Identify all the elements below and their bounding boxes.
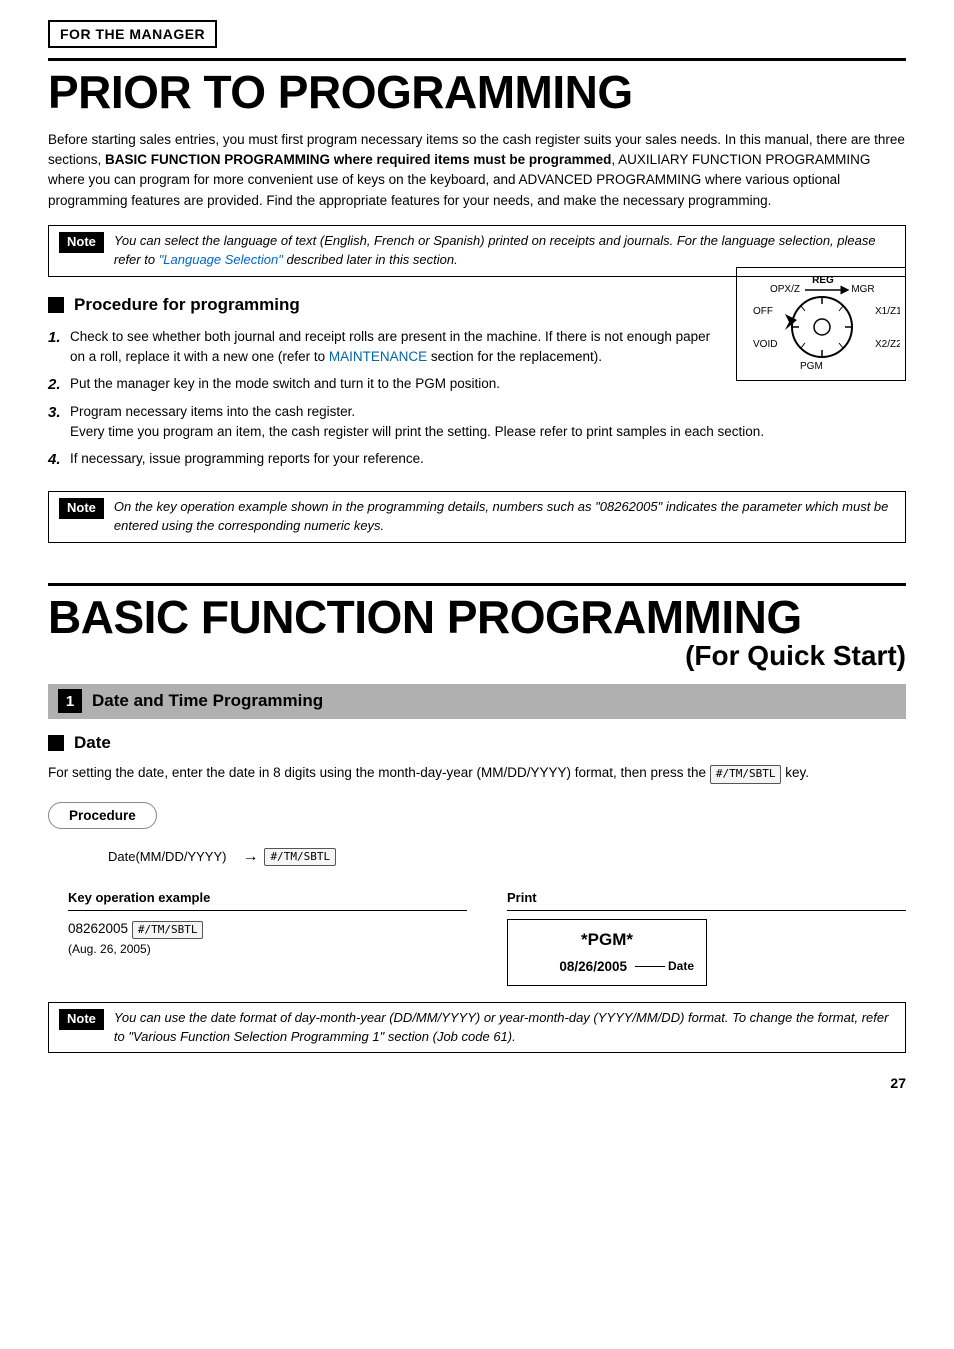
print-date-value: 08/26/2005 — [559, 957, 627, 977]
date-time-section-title: Date and Time Programming — [92, 689, 323, 714]
op-col: Key operation example 08262005 #/TM/SBTL… — [68, 889, 467, 986]
print-pgm: *PGM* — [520, 928, 694, 953]
for-manager-badge: FOR THE MANAGER — [48, 20, 217, 48]
basic-function-subtitle: (For Quick Start) — [48, 639, 906, 673]
intro-paragraph: Before starting sales entries, you must … — [48, 130, 906, 211]
note-text-1: You can select the language of text (Eng… — [114, 232, 895, 270]
svg-text:MGR: MGR — [851, 284, 874, 295]
note-box-2: Note On the key operation example shown … — [48, 491, 906, 543]
note-text-3: You can use the date format of day-month… — [114, 1009, 895, 1047]
svg-text:OFF: OFF — [753, 306, 773, 317]
print-col-header: Print — [507, 889, 906, 912]
note-box-3: Note You can use the date format of day-… — [48, 1002, 906, 1054]
svg-text:VOID: VOID — [753, 339, 777, 350]
note-text-2: On the key operation example shown in th… — [114, 498, 895, 536]
svg-text:OPX/Z: OPX/Z — [770, 284, 800, 295]
note-box-1: Note You can select the language of text… — [48, 225, 906, 277]
flow-label: Date(MM/DD/YYYY) — [108, 848, 226, 867]
step-1: 1. Check to see whether both journal and… — [48, 327, 720, 368]
procedure-flow: Date(MM/DD/YYYY) → #/TM/SBTL — [108, 845, 906, 868]
svg-text:REG: REG — [812, 275, 834, 286]
section-divider-2 — [48, 583, 906, 586]
op-key-inline: #/TM/SBTL — [132, 921, 204, 939]
flow-key: #/TM/SBTL — [264, 848, 336, 866]
basic-function-title: BASIC FUNCTION PROGRAMMING — [48, 592, 906, 643]
op-col-content: 08262005 #/TM/SBTL (Aug. 26, 2005) — [68, 919, 467, 959]
svg-text:X2/Z2: X2/Z2 — [875, 339, 900, 350]
basic-function-title-block: BASIC FUNCTION PROGRAMMING (For Quick St… — [48, 592, 906, 672]
step-2: 2. Put the manager key in the mode switc… — [48, 374, 720, 397]
step-4: 4. If necessary, issue programming repor… — [48, 449, 906, 472]
flow-arrow: → — [242, 845, 258, 868]
print-col: Print *PGM* 08/26/2005 Date — [507, 889, 906, 986]
page-number: 27 — [48, 1073, 906, 1093]
dial-svg: REG OPX/Z MGR OFF X1/Z1 — [745, 272, 900, 370]
black-square-1 — [48, 297, 64, 313]
note-label-1: Note — [59, 232, 104, 253]
op-col-header: Key operation example — [68, 889, 467, 912]
date-intro-text: For setting the date, enter the date in … — [48, 763, 906, 784]
op-print-row: Key operation example 08262005 #/TM/SBTL… — [68, 889, 906, 986]
step-3: 3. Program necessary items into the cash… — [48, 402, 906, 443]
section-divider-1 — [48, 58, 906, 61]
section-num-badge: 1 — [58, 689, 82, 713]
dial-diagram: REG OPX/Z MGR OFF X1/Z1 — [736, 267, 906, 381]
date-subheading: Date — [48, 731, 906, 756]
date-label: Date — [668, 958, 694, 975]
maintenance-link[interactable]: MAINTENANCE — [329, 349, 427, 364]
print-display-box: *PGM* 08/26/2005 Date — [507, 919, 707, 985]
black-square-2 — [48, 735, 64, 751]
note-label-3: Note — [59, 1009, 104, 1030]
svg-text:PGM: PGM — [800, 361, 823, 370]
svg-text:X1/Z1: X1/Z1 — [875, 306, 900, 317]
date-key-inline: #/TM/SBTL — [710, 765, 782, 784]
procedure-box: Procedure — [48, 802, 157, 830]
prior-to-programming-title: PRIOR TO PROGRAMMING — [48, 67, 906, 118]
date-time-section-header: 1 Date and Time Programming — [48, 684, 906, 719]
language-selection-link[interactable]: "Language Selection" — [159, 252, 283, 267]
note-label-2: Note — [59, 498, 104, 519]
basic-function-section: BASIC FUNCTION PROGRAMMING (For Quick St… — [48, 583, 906, 1053]
